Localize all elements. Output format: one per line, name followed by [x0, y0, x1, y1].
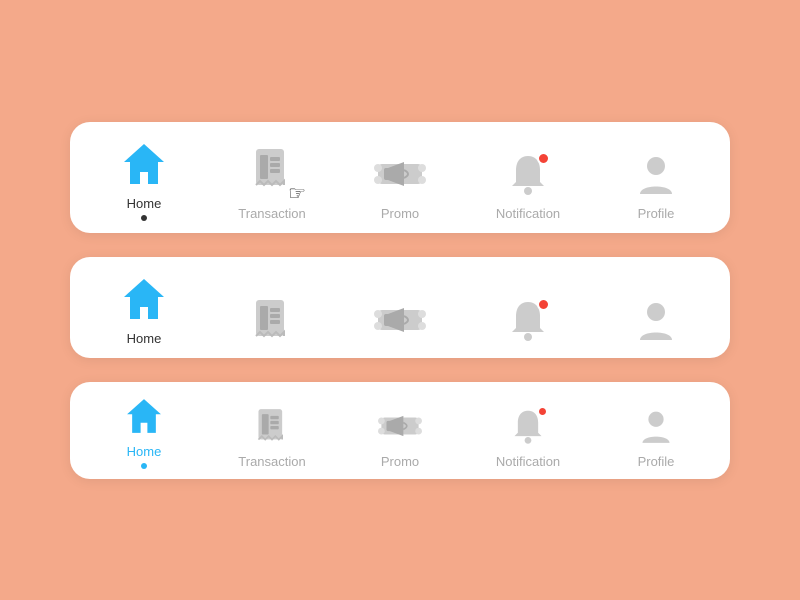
promo-label-1: Promo	[381, 206, 419, 221]
home-icon-2	[118, 273, 170, 325]
home-icon-3	[122, 394, 166, 438]
nav-item-transaction-3[interactable]: Transaction	[232, 404, 312, 469]
promo-icon-2	[374, 294, 426, 346]
transaction-icon-1	[246, 143, 298, 195]
profile-icon-3	[634, 404, 678, 448]
navbar-2: Home	[70, 257, 730, 358]
nav-item-promo-2[interactable]	[360, 294, 440, 346]
transaction-icon-3	[250, 404, 294, 448]
profile-icon-2	[630, 294, 682, 346]
nav-item-promo-3[interactable]: Promo	[360, 404, 440, 469]
nav-item-home-3[interactable]: Home	[104, 394, 184, 469]
notification-label-3: Notification	[496, 454, 560, 469]
home-dot-3	[141, 463, 147, 469]
nav-item-home-2[interactable]: Home	[104, 273, 184, 346]
notification-wrapper-2	[502, 294, 554, 346]
nav-item-promo-1[interactable]: Promo	[360, 148, 440, 221]
home-label-2: Home	[127, 331, 162, 346]
nav-item-notification-1[interactable]: Notification	[488, 148, 568, 221]
promo-icon-1	[374, 148, 426, 200]
nav-item-notification-2[interactable]	[488, 294, 568, 346]
transaction-icon-2	[246, 294, 298, 346]
nav-item-notification-3[interactable]: Notification	[488, 404, 568, 469]
promo-icon-3	[378, 404, 422, 448]
navbar-1: Home ☞ Transaction	[70, 122, 730, 233]
navbar-3: Home Transaction Promo	[70, 382, 730, 479]
notification-label-1: Notification	[496, 206, 560, 221]
home-icon-1	[118, 138, 170, 190]
notification-badge-2	[537, 298, 550, 311]
nav-item-profile-2[interactable]	[616, 294, 696, 346]
nav-item-profile-3[interactable]: Profile	[616, 404, 696, 469]
profile-label-3: Profile	[638, 454, 675, 469]
notification-wrapper-1	[502, 148, 554, 200]
profile-icon-1	[630, 148, 682, 200]
home-dot-1	[141, 215, 147, 221]
home-label-1: Home	[127, 196, 162, 211]
transaction-label-3: Transaction	[238, 454, 305, 469]
home-label-3: Home	[127, 444, 162, 459]
nav-item-transaction-1[interactable]: ☞ Transaction	[232, 143, 312, 221]
notification-badge-3	[537, 406, 548, 417]
notification-badge-1	[537, 152, 550, 165]
notification-wrapper-3	[506, 404, 550, 448]
nav-item-profile-1[interactable]: Profile	[616, 148, 696, 221]
nav-item-home-1[interactable]: Home	[104, 138, 184, 221]
nav-item-transaction-2[interactable]	[232, 294, 312, 346]
transaction-label-1: Transaction	[238, 206, 305, 221]
profile-label-1: Profile	[638, 206, 675, 221]
promo-label-3: Promo	[381, 454, 419, 469]
